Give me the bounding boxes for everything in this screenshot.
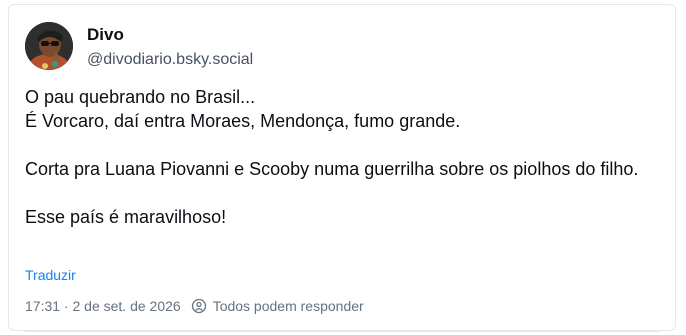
post-timestamp[interactable]: 17:31 · 2 de set. de 2026 (25, 298, 181, 314)
author-name[interactable]: Divo (87, 25, 124, 45)
post-line: Corta pra Luana Piovanni e Scooby numa g… (25, 159, 639, 179)
avatar-image (25, 22, 73, 70)
author-handle[interactable]: @divodiario.bsky.social (87, 51, 253, 69)
post-line: Esse país é maravilhoso! (25, 207, 227, 227)
post-line: O pau quebrando no Brasil... (25, 87, 256, 107)
translate-link[interactable]: Traduzir (25, 267, 76, 283)
avatar[interactable] (25, 22, 73, 70)
post-line: É Vorcaro, daí entra Moraes, Mendonça, f… (25, 111, 461, 131)
reply-setting[interactable]: Todos podem responder (213, 298, 364, 314)
post-card: Divo @divodiario.bsky.social O pau quebr… (8, 4, 676, 332)
post-text: O pau quebrando no Brasil... É Vorcaro, … (25, 85, 665, 229)
globe-people-icon (191, 298, 207, 314)
post-meta: 17:31 · 2 de set. de 2026 Todos podem re… (25, 298, 364, 314)
divider (25, 331, 659, 332)
